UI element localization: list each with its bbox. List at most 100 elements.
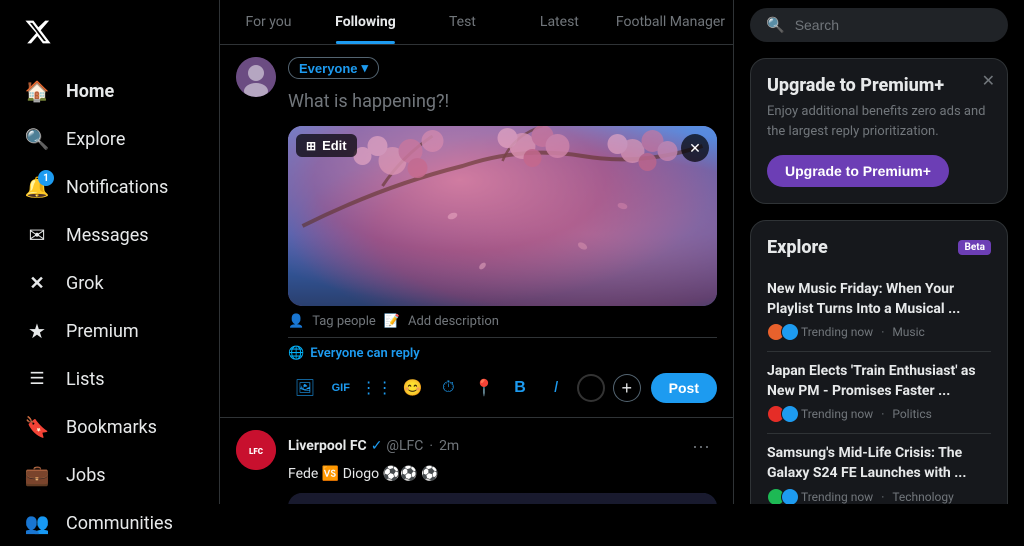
tweet-more-button[interactable]: ···: [685, 430, 717, 462]
tweet-name-row: Liverpool FC ✓ @LFC · 2m: [288, 438, 459, 454]
sidebar-label-jobs: Jobs: [66, 465, 106, 486]
messages-icon: ✉: [24, 222, 50, 248]
explore-item-meta-2: Trending now · Technology: [767, 488, 991, 504]
explore-item-title-2: Samsung's Mid-Life Crisis: The Galaxy S2…: [767, 444, 991, 483]
sidebar-item-home[interactable]: 🏠 Home: [12, 68, 207, 114]
explore-category-2: Technology: [892, 490, 953, 504]
explore-icon: 🔍: [24, 126, 50, 152]
bold-button[interactable]: B: [503, 371, 537, 405]
explore-category-1: Politics: [892, 407, 932, 421]
tweet-media: LFC LFC: [288, 493, 717, 504]
gif-button[interactable]: GIF: [324, 371, 358, 405]
tweet-body: Fede 🆚 Diogo ⚽️⚽️ ⚽️: [288, 464, 717, 485]
sidebar-item-premium[interactable]: ★ Premium: [12, 308, 207, 354]
beta-badge: Beta: [958, 240, 991, 255]
explore-trending-0: Trending now: [801, 325, 873, 339]
explore-avatar-b: [781, 323, 799, 341]
explore-avatar-f: [781, 488, 799, 504]
tweet-timestamp: 2m: [439, 438, 459, 454]
tab-football-manager[interactable]: Football Manager: [608, 0, 733, 44]
tab-following[interactable]: Following: [317, 0, 414, 44]
sidebar-label-messages: Messages: [66, 225, 149, 246]
sidebar-item-communities[interactable]: 👥 Communities: [12, 500, 207, 546]
compose-toolbar: 🖼 GIF ⋮⋮ 😊 ⏱ 📍 B I + Post: [288, 371, 717, 405]
tweet-author-name: Liverpool FC: [288, 438, 367, 454]
sidebar-item-explore[interactable]: 🔍 Explore: [12, 116, 207, 162]
schedule-button[interactable]: ⏱: [431, 371, 465, 405]
sidebar-label-bookmarks: Bookmarks: [66, 417, 157, 438]
edit-image-button[interactable]: ⊞ Edit: [296, 134, 357, 157]
sidebar-label-premium: Premium: [66, 321, 139, 342]
sidebar-label-grok: Grok: [66, 273, 104, 294]
explore-item-1[interactable]: Japan Elects 'Train Enthusiast' as New P…: [767, 352, 991, 434]
tab-latest[interactable]: Latest: [511, 0, 608, 44]
grid-icon: ⊞: [306, 139, 316, 153]
compose-placeholder[interactable]: What is happening?!: [288, 85, 717, 118]
grok-icon: ✕: [24, 270, 50, 296]
sidebar: 🏠 Home 🔍 Explore 🔔 1 Notifications ✉ Mes…: [0, 0, 220, 504]
image-button[interactable]: 🖼: [288, 371, 322, 405]
twitter-logo[interactable]: [12, 8, 207, 66]
compose-meta: 👤 Tag people 📝 Add description: [288, 314, 717, 329]
explore-avatars-0: [767, 323, 795, 341]
sidebar-item-grok[interactable]: ✕ Grok: [12, 260, 207, 306]
search-icon: 🔍: [766, 16, 785, 34]
search-box[interactable]: 🔍: [750, 8, 1008, 42]
verified-icon: ✓: [371, 438, 383, 454]
home-icon: 🏠: [24, 78, 50, 104]
premium-close-button[interactable]: ✕: [982, 71, 995, 91]
italic-button[interactable]: I: [539, 371, 573, 405]
upgrade-premium-button[interactable]: Upgrade to Premium+: [767, 155, 949, 187]
notifications-icon: 🔔 1: [24, 174, 50, 200]
globe-icon: 🌐: [288, 346, 304, 361]
emoji-button[interactable]: 😊: [396, 371, 430, 405]
sidebar-item-lists[interactable]: ☰ Lists: [12, 356, 207, 402]
explore-item-2[interactable]: Samsung's Mid-Life Crisis: The Galaxy S2…: [767, 434, 991, 504]
user-avatar: [236, 57, 276, 97]
add-description-link[interactable]: Add description: [408, 314, 499, 329]
sidebar-label-explore: Explore: [66, 129, 125, 150]
chevron-down-icon: ▾: [362, 60, 369, 76]
right-panel: 🔍 ✕ Upgrade to Premium+ Enjoy additional…: [734, 0, 1024, 504]
main-feed: For you Following Test Latest Football M…: [220, 0, 734, 504]
compose-top: Everyone ▾ What is happening?!: [236, 57, 717, 405]
premium-title: Upgrade to Premium+: [767, 75, 991, 96]
tab-test[interactable]: Test: [414, 0, 511, 44]
tag-people-link[interactable]: Tag people: [312, 314, 376, 329]
post-button[interactable]: Post: [651, 373, 717, 403]
premium-card: ✕ Upgrade to Premium+ Enjoy additional b…: [750, 58, 1008, 204]
edit-label: Edit: [322, 138, 347, 153]
explore-item-0[interactable]: New Music Friday: When Your Playlist Tur…: [767, 270, 991, 352]
list-button[interactable]: ⋮⋮: [360, 371, 394, 405]
tweet-header: Liverpool FC ✓ @LFC · 2m ···: [288, 430, 717, 462]
tweet-avatar-lfc: LFC: [236, 430, 276, 470]
sidebar-item-bookmarks[interactable]: 🔖 Bookmarks: [12, 404, 207, 450]
explore-header: Explore Beta: [767, 237, 991, 258]
location-button[interactable]: 📍: [467, 371, 501, 405]
tweet-liverpool: LFC Liverpool FC ✓ @LFC · 2m ··· Fede 🆚 …: [220, 418, 733, 504]
search-input[interactable]: [795, 17, 992, 33]
tweet-content-area: Liverpool FC ✓ @LFC · 2m ··· Fede 🆚 Diog…: [288, 430, 717, 504]
explore-category-0: Music: [892, 325, 924, 339]
sidebar-item-messages[interactable]: ✉ Messages: [12, 212, 207, 258]
tweet-handle: @LFC: [386, 438, 423, 454]
audience-button[interactable]: Everyone ▾: [288, 57, 379, 79]
reply-permission: 🌐 Everyone can reply: [288, 337, 717, 361]
compose-right: Everyone ▾ What is happening?!: [288, 57, 717, 405]
explore-item-title-0: New Music Friday: When Your Playlist Tur…: [767, 280, 991, 319]
close-image-button[interactable]: ✕: [681, 134, 709, 162]
explore-avatars-2: [767, 488, 795, 504]
tab-for-you[interactable]: For you: [220, 0, 317, 44]
reply-permission-label: Everyone can reply: [310, 346, 420, 361]
sidebar-item-jobs[interactable]: 💼 Jobs: [12, 452, 207, 498]
sidebar-label-notifications: Notifications: [66, 177, 168, 198]
communities-icon: 👥: [24, 510, 50, 536]
add-thread-button[interactable]: +: [613, 374, 641, 402]
explore-avatars-1: [767, 405, 795, 423]
audience-label: Everyone: [299, 61, 358, 76]
sidebar-item-notifications[interactable]: 🔔 1 Notifications: [12, 164, 207, 210]
sidebar-label-communities: Communities: [66, 513, 173, 534]
sidebar-label-home: Home: [66, 81, 114, 102]
character-counter: [577, 374, 605, 402]
explore-card: Explore Beta New Music Friday: When Your…: [750, 220, 1008, 504]
